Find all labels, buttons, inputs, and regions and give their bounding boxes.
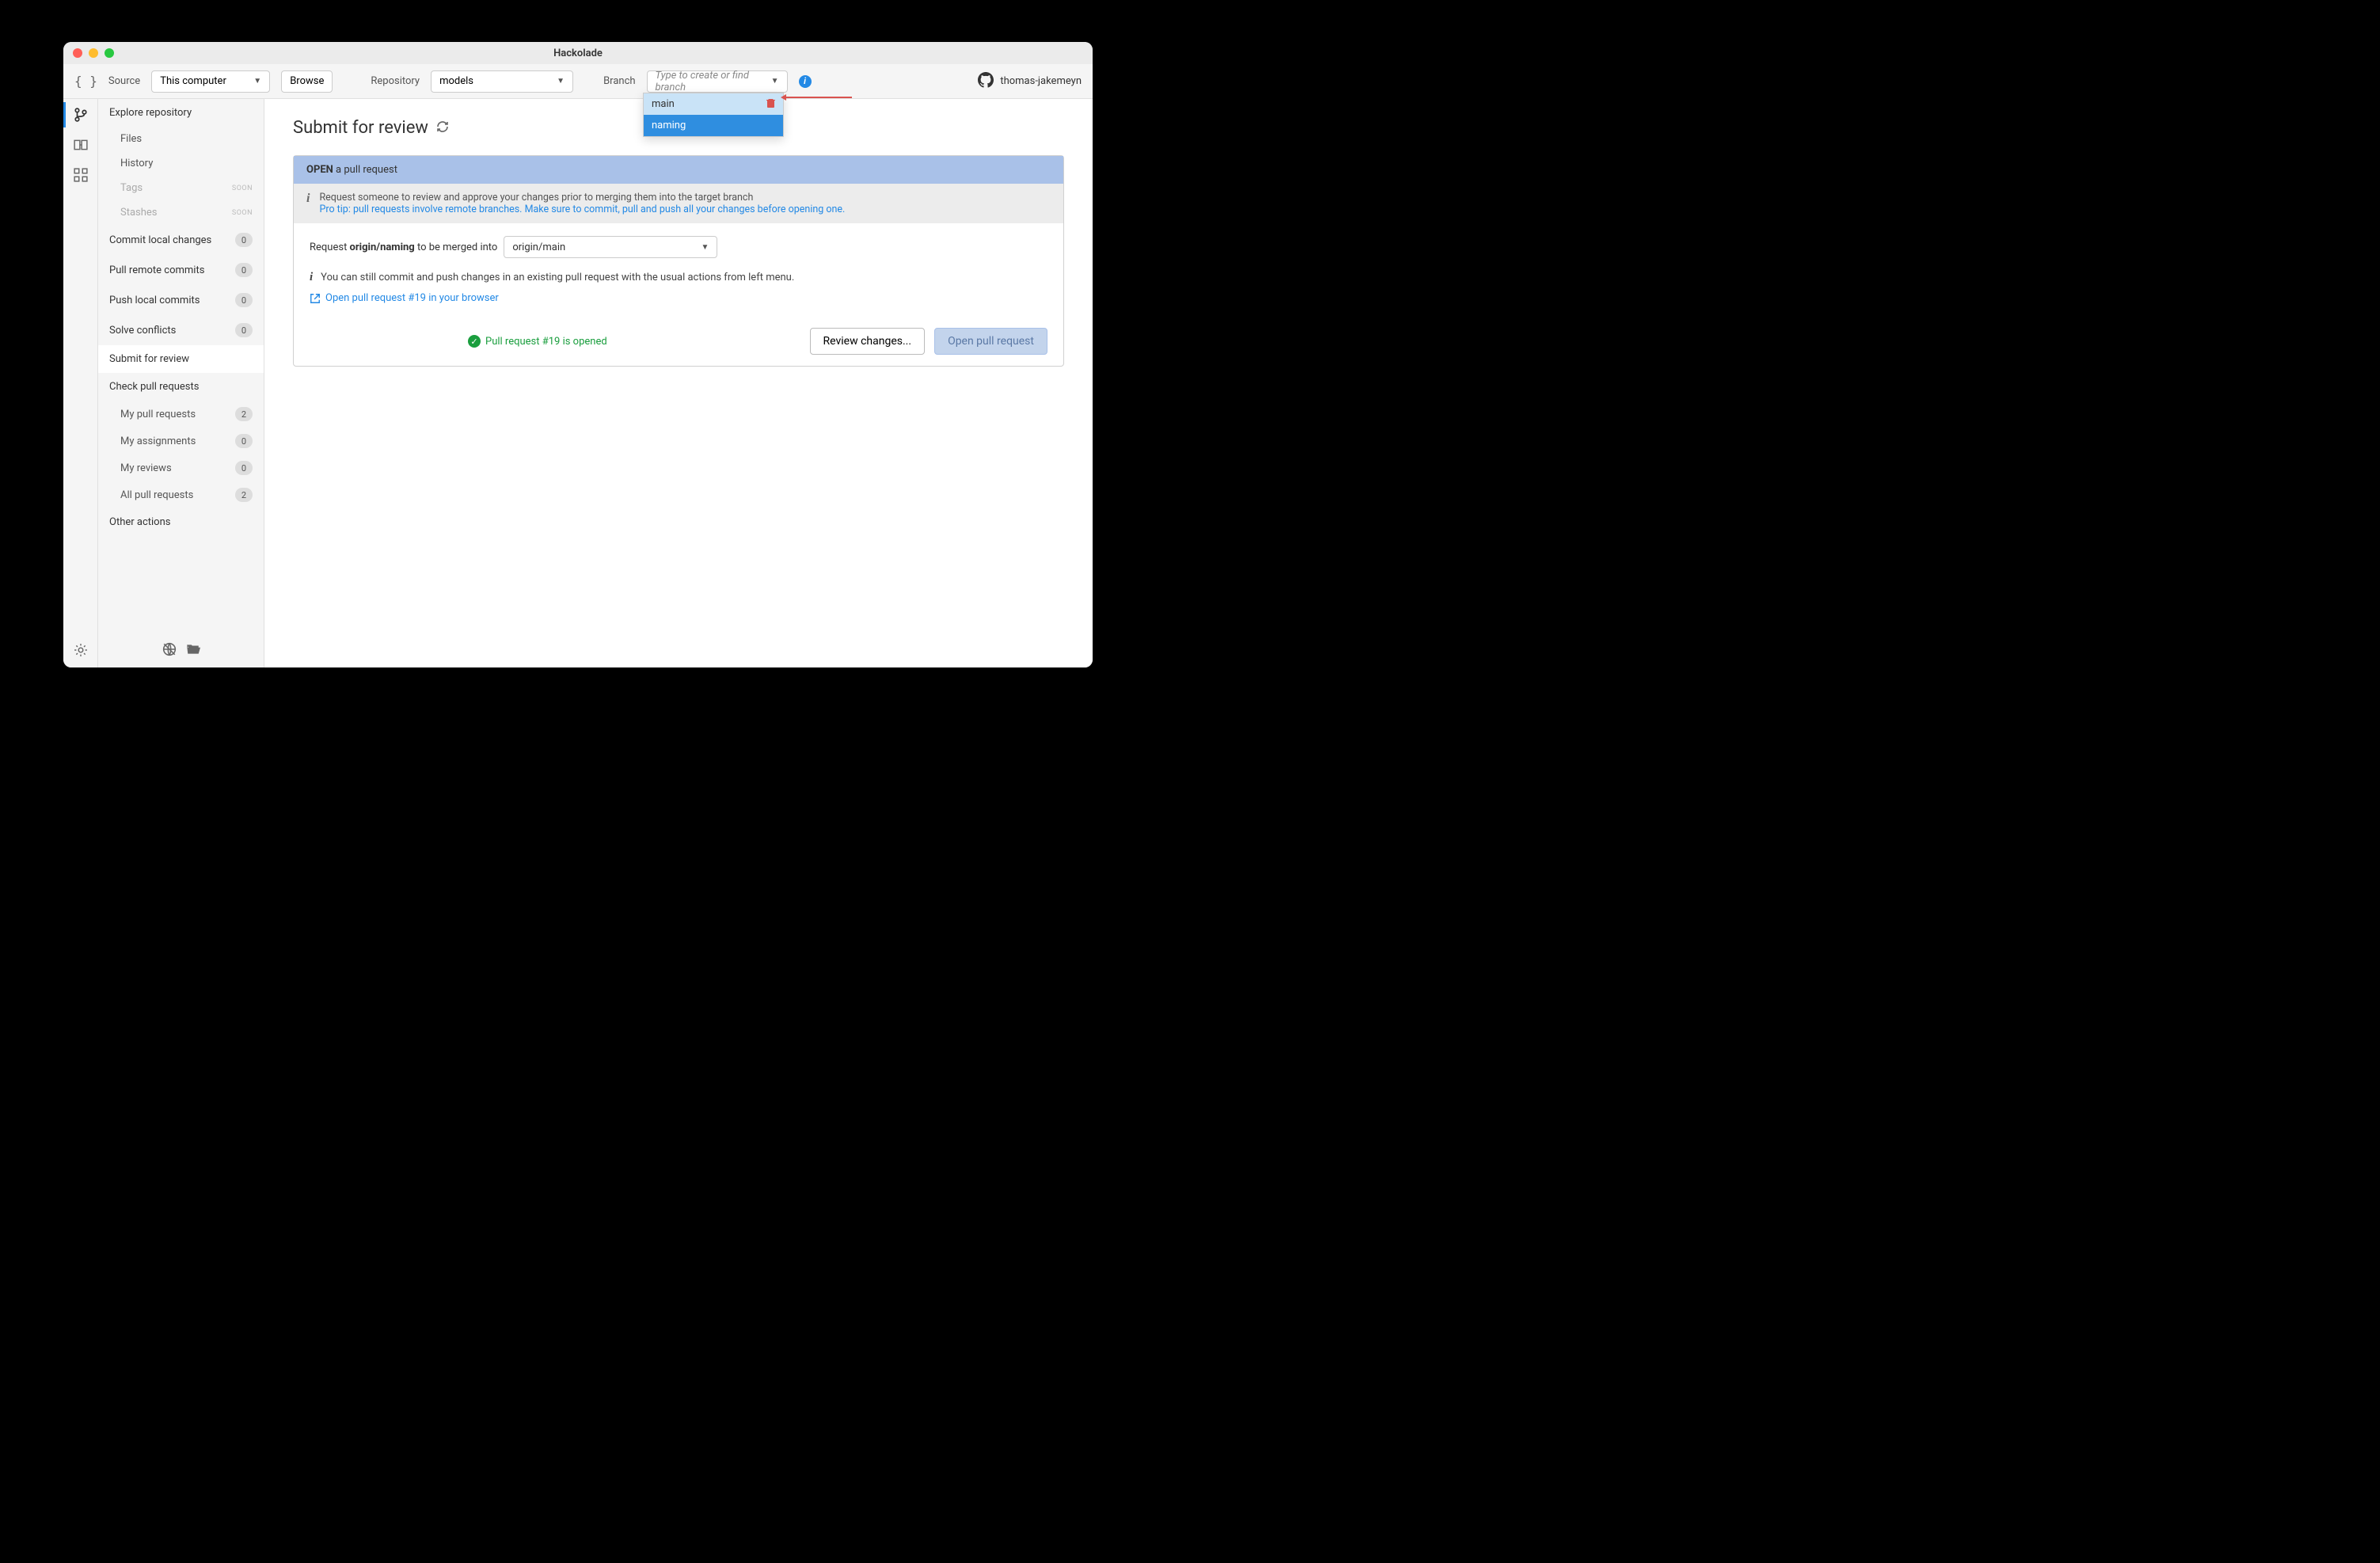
sidebar-explore[interactable]: Explore repository <box>98 99 264 127</box>
panel-body: Request origin/naming to be merged into … <box>294 223 1063 317</box>
count-badge: 0 <box>235 293 253 307</box>
sidebar-push[interactable]: Push local commits 0 <box>98 285 264 315</box>
open-pull-request-button[interactable]: Open pull request <box>934 328 1047 355</box>
branch-label: Branch <box>603 75 635 87</box>
info-icon[interactable]: i <box>799 75 812 88</box>
repository-value: models <box>439 75 473 87</box>
diff-icon[interactable] <box>73 137 89 153</box>
grid-icon[interactable] <box>73 167 89 183</box>
globe-slash-icon[interactable] <box>162 642 177 660</box>
main-content: Submit for review OPEN a pull request i … <box>264 99 1093 667</box>
sidebar-check[interactable]: Check pull requests <box>98 373 264 401</box>
sidebar-pull[interactable]: Pull remote commits 0 <box>98 255 264 285</box>
count-badge: 2 <box>235 488 253 502</box>
count-badge: 0 <box>235 263 253 277</box>
settings-icon[interactable] <box>73 642 89 658</box>
sidebar-stashes: Stashes SOON <box>98 200 264 225</box>
branch-select[interactable]: Type to create or find branch ▼ <box>647 70 788 93</box>
sidebar-history[interactable]: History <box>98 151 264 176</box>
branch-option-main[interactable]: main <box>644 93 783 115</box>
branch-option-naming[interactable]: naming <box>644 115 783 136</box>
count-badge: 2 <box>235 407 253 421</box>
titlebar: Hackolade <box>63 42 1093 64</box>
count-badge: 0 <box>235 323 253 337</box>
sidebar-files[interactable]: Files <box>98 127 264 151</box>
branch-placeholder: Type to create or find branch <box>656 70 766 93</box>
chevron-down-icon: ▼ <box>557 77 565 86</box>
panel-footer: ✓ Pull request #19 is opened Review chan… <box>294 317 1063 366</box>
maximize-window-button[interactable] <box>105 48 114 58</box>
window-title: Hackolade <box>553 48 603 59</box>
git-branch-icon[interactable] <box>73 107 89 123</box>
note-row: i You can still commit and push changes … <box>310 271 1047 284</box>
toolbar: { } Source This computer ▼ Browse Reposi… <box>63 64 1093 99</box>
chevron-down-icon: ▼ <box>253 77 261 86</box>
window-controls <box>73 48 114 58</box>
sidebar-all-prs[interactable]: All pull requests 2 <box>98 481 264 508</box>
user-name[interactable]: thomas-jakemeyn <box>1000 75 1082 87</box>
panel-header: OPEN a pull request <box>294 156 1063 184</box>
refresh-icon[interactable] <box>436 120 449 136</box>
merge-row: Request origin/naming to be merged into … <box>310 236 1047 258</box>
repository-select[interactable]: models ▼ <box>431 70 573 93</box>
sidebar-submit[interactable]: Submit for review <box>98 345 264 373</box>
sidebar-my-assignments[interactable]: My assignments 0 <box>98 428 264 454</box>
sidebar-footer <box>98 634 264 667</box>
sidebar-tags: Tags SOON <box>98 176 264 200</box>
open-pr-link[interactable]: Open pull request #19 in your browser <box>310 292 1047 304</box>
merge-target-select[interactable]: origin/main ▼ <box>504 236 717 258</box>
pr-panel: OPEN a pull request i Request someone to… <box>293 155 1064 367</box>
info-icon: i <box>310 271 313 284</box>
annotation-arrow <box>785 97 852 98</box>
folder-open-icon[interactable] <box>186 642 200 660</box>
pro-tip-link[interactable]: Pro tip: pull requests involve remote br… <box>319 203 845 215</box>
sidebar-my-reviews[interactable]: My reviews 0 <box>98 454 264 481</box>
info-bar: i Request someone to review and approve … <box>294 184 1063 223</box>
count-badge: 0 <box>235 233 253 247</box>
close-window-button[interactable] <box>73 48 82 58</box>
count-badge: 0 <box>235 434 253 448</box>
sidebar-solve[interactable]: Solve conflicts 0 <box>98 315 264 345</box>
sidebar-my-prs[interactable]: My pull requests 2 <box>98 401 264 428</box>
sidebar-commit[interactable]: Commit local changes 0 <box>98 225 264 255</box>
source-select[interactable]: This computer ▼ <box>151 70 270 93</box>
sidebar-other[interactable]: Other actions <box>98 508 264 536</box>
sidebar: Explore repository Files History Tags SO… <box>98 99 264 667</box>
trash-icon[interactable] <box>766 98 775 110</box>
chevron-down-icon: ▼ <box>771 77 779 86</box>
external-link-icon <box>310 293 321 304</box>
browse-button[interactable]: Browse <box>281 70 333 93</box>
source-value: This computer <box>160 75 226 87</box>
info-icon: i <box>306 192 310 215</box>
curly-braces-icon[interactable]: { } <box>74 74 97 89</box>
chevron-down-icon: ▼ <box>701 243 709 252</box>
pr-status: ✓ Pull request #19 is opened <box>468 335 607 348</box>
check-circle-icon: ✓ <box>468 335 481 348</box>
repository-label: Repository <box>371 75 420 87</box>
github-icon[interactable] <box>978 72 994 91</box>
branch-dropdown: main naming <box>643 93 784 137</box>
app-body: Explore repository Files History Tags SO… <box>63 99 1093 667</box>
app-window: Hackolade { } Source This computer ▼ Bro… <box>63 42 1093 667</box>
minimize-window-button[interactable] <box>89 48 98 58</box>
count-badge: 0 <box>235 461 253 475</box>
source-label: Source <box>108 75 140 87</box>
activity-rail <box>63 99 98 667</box>
review-changes-button[interactable]: Review changes... <box>810 328 926 355</box>
